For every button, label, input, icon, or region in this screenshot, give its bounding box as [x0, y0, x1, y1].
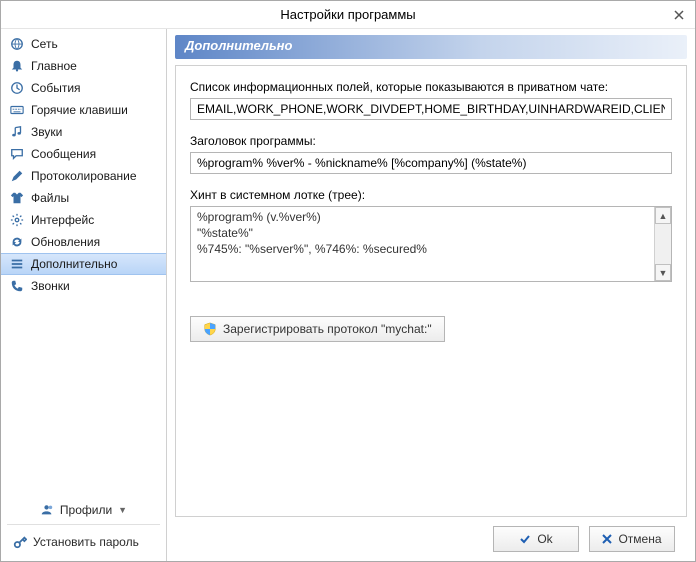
sidebar-item-advanced[interactable]: Дополнительно: [1, 253, 166, 275]
program-title-label: Заголовок программы:: [190, 134, 672, 148]
sidebar-item-label: Звонки: [31, 279, 70, 293]
sidebar-item-label: Сеть: [31, 37, 58, 51]
section-header: Дополнительно: [175, 35, 687, 59]
cancel-button[interactable]: Отмена: [589, 526, 675, 552]
profiles-button[interactable]: Профили ▼: [7, 501, 160, 525]
content-box: Список информационных полей, которые пок…: [175, 65, 687, 517]
sidebar-item-label: Звуки: [31, 125, 62, 139]
program-title-input[interactable]: [190, 152, 672, 174]
info-fields-group: Список информационных полей, которые пок…: [190, 80, 672, 120]
cancel-label: Отмена: [618, 532, 661, 546]
sidebar-item-updates[interactable]: Обновления: [1, 231, 166, 253]
tray-hint-group: Хинт в системном лотке (трее): %program%…: [190, 188, 672, 282]
check-icon: [519, 533, 531, 545]
keyboard-icon: [9, 102, 25, 118]
sidebar-item-interface[interactable]: Интерфейс: [1, 209, 166, 231]
scrollbar[interactable]: ▲ ▼: [654, 207, 671, 281]
close-button[interactable]: [669, 5, 689, 25]
phone-icon: [9, 278, 25, 294]
sidebar-item-logging[interactable]: Протоколирование: [1, 165, 166, 187]
sidebar-item-label: Файлы: [31, 191, 69, 205]
sidebar-bottom: Профили ▼ Установить пароль: [1, 493, 166, 561]
refresh-icon: [9, 234, 25, 250]
sidebar-item-events[interactable]: События: [1, 77, 166, 99]
shirt-icon: [9, 190, 25, 206]
set-password-button[interactable]: Установить пароль: [7, 531, 160, 553]
sidebar-item-hotkeys[interactable]: Горячие клавиши: [1, 99, 166, 121]
set-password-label: Установить пароль: [33, 535, 139, 549]
key-icon: [13, 535, 27, 549]
profiles-label: Профили: [60, 503, 112, 517]
settings-window: Настройки программы Сеть Главное События Го…: [0, 0, 696, 562]
shield-icon: [203, 322, 217, 336]
info-fields-input[interactable]: [190, 98, 672, 120]
register-protocol-button[interactable]: Зарегистрировать протокол "mychat:": [190, 316, 445, 342]
sidebar-item-messages[interactable]: Сообщения: [1, 143, 166, 165]
clock-icon: [9, 80, 25, 96]
tray-hint-input[interactable]: %program% (v.%ver%) "%state%" %745%: "%s…: [191, 207, 654, 281]
sidebar-item-main[interactable]: Главное: [1, 55, 166, 77]
nav-list: Сеть Главное События Горячие клавиши Звуки Со…: [1, 29, 166, 493]
sidebar-item-label: Протоколирование: [31, 169, 137, 183]
note-icon: [9, 124, 25, 140]
sidebar-item-label: Главное: [31, 59, 77, 73]
sidebar-item-sounds[interactable]: Звуки: [1, 121, 166, 143]
ok-button[interactable]: Ok: [493, 526, 579, 552]
sidebar-item-calls[interactable]: Звонки: [1, 275, 166, 297]
titlebar: Настройки программы: [1, 1, 695, 29]
register-protocol-label: Зарегистрировать протокол "mychat:": [223, 322, 432, 336]
tray-hint-label: Хинт в системном лотке (трее):: [190, 188, 672, 202]
sidebar-item-label: Обновления: [31, 235, 100, 249]
sidebar-item-label: Интерфейс: [31, 213, 94, 227]
info-fields-label: Список информационных полей, которые пок…: [190, 80, 672, 94]
scroll-down-button[interactable]: ▼: [655, 264, 671, 281]
footer: Ok Отмена: [175, 517, 687, 561]
tray-hint-wrap: %program% (v.%ver%) "%state%" %745%: "%s…: [190, 206, 672, 282]
bars-icon: [9, 256, 25, 272]
program-title-group: Заголовок программы:: [190, 134, 672, 174]
profiles-icon: [40, 503, 54, 517]
globe-icon: [9, 36, 25, 52]
close-icon: [674, 10, 684, 20]
ok-label: Ok: [537, 532, 552, 546]
sidebar-item-network[interactable]: Сеть: [1, 33, 166, 55]
sidebar-item-label: Горячие клавиши: [31, 103, 128, 117]
window-title: Настройки программы: [280, 7, 415, 22]
sidebar-item-label: Сообщения: [31, 147, 96, 161]
pencil-icon: [9, 168, 25, 184]
sidebar: Сеть Главное События Горячие клавиши Звуки Со…: [1, 29, 167, 561]
cancel-icon: [602, 534, 612, 544]
body: Сеть Главное События Горячие клавиши Звуки Со…: [1, 29, 695, 561]
main-panel: Дополнительно Список информационных поле…: [167, 29, 695, 561]
sidebar-item-label: События: [31, 81, 81, 95]
scroll-up-button[interactable]: ▲: [655, 207, 671, 224]
sidebar-item-files[interactable]: Файлы: [1, 187, 166, 209]
sidebar-item-label: Дополнительно: [31, 257, 117, 271]
bell-icon: [9, 58, 25, 74]
bubble-icon: [9, 146, 25, 162]
chevron-down-icon: ▼: [118, 505, 127, 515]
gear-icon: [9, 212, 25, 228]
